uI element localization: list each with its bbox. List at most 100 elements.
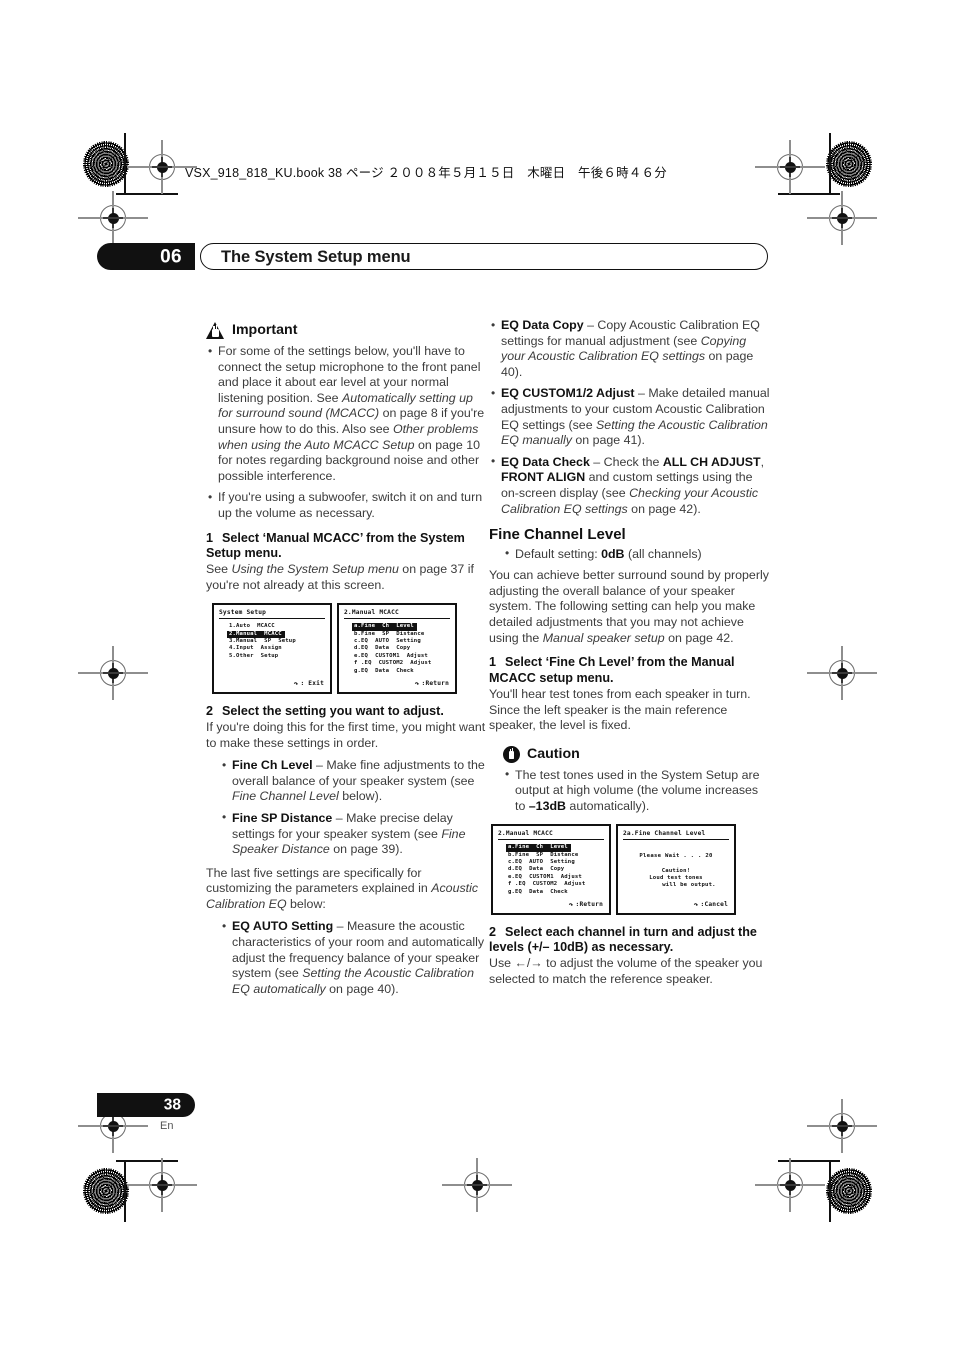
crop-mark-top-right-h bbox=[778, 193, 840, 195]
osd-menu-item[interactable]: d.EQ Data Copy bbox=[508, 866, 604, 873]
osd-footer: ↷ :Cancel bbox=[694, 901, 728, 909]
list-item: EQ AUTO Setting – Measure the acoustic c… bbox=[220, 919, 487, 997]
left-step-2-heading-text: Select the setting you want to adjust. bbox=[222, 703, 444, 718]
left-step-1-body: See Using the System Setup menu on page … bbox=[206, 562, 474, 592]
section-heading-fine-channel-level: Fine Channel Level bbox=[489, 526, 626, 544]
osd-message-area: Please Wait . . . 20 Caution! Loud test … bbox=[623, 844, 729, 890]
osd-menu-item[interactable]: 3.Manual SP Setup bbox=[229, 638, 325, 645]
osd-footer: ↷ :Return bbox=[415, 680, 449, 688]
osd-footer: ↷ : Exit bbox=[294, 680, 324, 688]
registration-mark-left-upper bbox=[78, 191, 148, 245]
list-item: EQ CUSTOM1/2 Adjust – Make detailed manu… bbox=[489, 386, 770, 448]
left-closing-bullet-list: EQ AUTO Setting – Measure the acoustic c… bbox=[206, 919, 487, 997]
osd-title: 2.Manual MCACC bbox=[498, 829, 553, 837]
list-item: For some of the settings below, you'll h… bbox=[206, 343, 487, 484]
list-item: Default setting: 0dB (all channels) bbox=[503, 546, 770, 563]
osd-menu-item[interactable]: b.Fine SP Distance bbox=[354, 631, 450, 638]
osd-title: 2.Manual MCACC bbox=[344, 608, 399, 616]
crop-mark-top-left-v bbox=[124, 133, 126, 195]
osd-menu-item[interactable]: f .EQ CUSTOM2 Adjust bbox=[508, 881, 604, 888]
screen-pair-fine-channel-level: 2.Manual MCACC a.Fine Ch Level b.Fine SP … bbox=[491, 823, 770, 915]
important-heading: Important bbox=[206, 322, 487, 339]
osd-menu-item[interactable]: b.Fine SP Distance bbox=[508, 852, 604, 859]
osd-footer-label: : Exit bbox=[300, 680, 324, 688]
caution-heading: Caution bbox=[503, 745, 770, 763]
osd-item-list: 1.Auto MCACC 2.Manual MCACC 3.Manual SP Se… bbox=[219, 623, 325, 660]
print-rosette-bottom-left bbox=[83, 1168, 129, 1214]
page-title: The System Setup menu bbox=[200, 243, 768, 270]
right-step-1-heading-text: Select ‘Fine Ch Level’ from the Manual M… bbox=[489, 655, 735, 685]
left-step-1-number: 1 bbox=[206, 530, 214, 545]
osd-item-list: a.Fine Ch Level b.Fine SP Distance c.EQ AU… bbox=[344, 623, 450, 675]
system-setup-screen: System Setup 1.Auto MCACC 2.Manual MCACC 3… bbox=[212, 602, 332, 694]
right-step-1-heading: 1 Select ‘Fine Ch Level’ from the Manual … bbox=[489, 655, 770, 686]
left-step-2-heading: 2 Select the setting you want to adjust. bbox=[206, 704, 487, 719]
manual-mcacc-screen-2: 2.Manual MCACC a.Fine Ch Level b.Fine SP … bbox=[491, 823, 611, 915]
crop-mark-bottom-left-h bbox=[116, 1160, 178, 1162]
osd-divider bbox=[498, 838, 604, 841]
crop-mark-top-right-v bbox=[829, 133, 831, 195]
page-number-badge: 38 bbox=[97, 1093, 195, 1117]
osd-title: 2a.Fine Channel Level bbox=[623, 829, 706, 837]
left-step-2-number: 2 bbox=[206, 703, 214, 718]
registration-mark-bottom-center bbox=[442, 1158, 512, 1212]
osd-menu-item[interactable]: d.EQ Data Copy bbox=[354, 645, 450, 652]
osd-menu-item[interactable]: 5.Other Setup bbox=[229, 653, 325, 660]
osd-title: System Setup bbox=[219, 608, 267, 616]
left-step-2-bullet-list: Fine Ch Level – Make fine adjustments to… bbox=[206, 758, 487, 858]
print-rosette-top-right bbox=[826, 141, 872, 187]
registration-mark-right-middle bbox=[807, 646, 877, 700]
return-arrow-icon: ↷ bbox=[293, 679, 299, 689]
important-block: Important For some of the settings below… bbox=[206, 322, 487, 522]
crop-mark-bottom-right-v bbox=[829, 1160, 831, 1222]
caution-heading-label: Caution bbox=[527, 746, 580, 763]
right-step-1: 1 Select ‘Fine Ch Level’ from the Manual … bbox=[489, 655, 770, 734]
right-step-1-number: 1 bbox=[489, 655, 497, 670]
osd-menu-item[interactable]: a.Fine Ch Level bbox=[506, 844, 571, 852]
osd-menu-item[interactable]: 4.Input Assign bbox=[229, 645, 325, 652]
osd-footer-label: :Cancel bbox=[700, 901, 728, 909]
right-step-1-body: You'll hear test tones from each speaker… bbox=[489, 687, 751, 733]
important-heading-label: Important bbox=[232, 322, 298, 339]
right-step-2-body: Use ←/→ to adjust the volume of the spea… bbox=[489, 956, 763, 986]
osd-menu-item[interactable]: a.Fine Ch Level bbox=[352, 623, 417, 631]
list-item: EQ Data Copy – Copy Acoustic Calibration… bbox=[489, 317, 770, 380]
left-step-1-heading-text: Select ‘Manual MCACC’ from the System Se… bbox=[206, 530, 465, 560]
registration-mark-right-lower bbox=[807, 1099, 877, 1153]
default-setting-list: Default setting: 0dB (all channels) bbox=[489, 546, 770, 563]
return-arrow-icon: ↷ bbox=[693, 900, 699, 910]
right-step-2-heading: 2 Select each channel in turn and adjust … bbox=[489, 925, 770, 956]
osd-menu-item[interactable]: g.EQ Data Check bbox=[354, 668, 450, 675]
caution-block: Caution The test tones used in the Syste… bbox=[489, 745, 770, 815]
registration-mark-right-upper bbox=[807, 191, 877, 245]
osd-menu-item[interactable]: c.EQ AUTO Setting bbox=[508, 859, 604, 866]
caution-bullet-list: The test tones used in the System Setup … bbox=[489, 767, 770, 815]
osd-footer-label: :Return bbox=[575, 901, 603, 909]
left-column: Important For some of the settings below… bbox=[206, 322, 487, 1005]
book-header-line: VSX_918_818_KU.book 38 ページ ２００８年５月１５日 木曜… bbox=[185, 166, 667, 180]
print-rosette-top-left bbox=[83, 141, 129, 187]
right-step-2-heading-text: Select each channel in turn and adjust t… bbox=[489, 924, 757, 954]
osd-menu-item[interactable]: 1.Auto MCACC bbox=[229, 623, 325, 630]
page-language-code: En bbox=[160, 1120, 174, 1132]
osd-caution-line-1: Caution! bbox=[661, 867, 691, 874]
osd-wait-message: Please Wait . . . 20 bbox=[639, 853, 713, 860]
osd-menu-item[interactable]: g.EQ Data Check bbox=[508, 889, 604, 896]
osd-menu-item[interactable]: f .EQ CUSTOM2 Adjust bbox=[354, 660, 450, 667]
list-item: EQ Data Check – Check the ALL CH ADJUST,… bbox=[489, 454, 770, 517]
osd-menu-item[interactable]: 2.Manual MCACC bbox=[227, 630, 285, 639]
crop-mark-bottom-right-h bbox=[778, 1160, 840, 1162]
chapter-number-badge: 06 bbox=[97, 243, 195, 270]
left-step-1: 1 Select ‘Manual MCACC’ from the System S… bbox=[206, 531, 487, 594]
right-step-2-number: 2 bbox=[489, 924, 497, 939]
osd-divider bbox=[219, 617, 325, 620]
osd-menu-item[interactable]: c.EQ AUTO Setting bbox=[354, 638, 450, 645]
right-column: EQ Data Copy – Copy Acoustic Calibration… bbox=[489, 317, 770, 995]
important-bullet-list: For some of the settings below, you'll h… bbox=[206, 343, 487, 522]
list-item: If you're using a subwoofer, switch it o… bbox=[206, 490, 487, 521]
return-arrow-icon: ↷ bbox=[568, 900, 574, 910]
osd-footer: ↷ :Return bbox=[569, 901, 603, 909]
left-closing-paragraph: The last five settings are specifically … bbox=[206, 865, 479, 911]
registration-mark-top-left bbox=[127, 140, 197, 194]
osd-divider bbox=[623, 838, 729, 841]
